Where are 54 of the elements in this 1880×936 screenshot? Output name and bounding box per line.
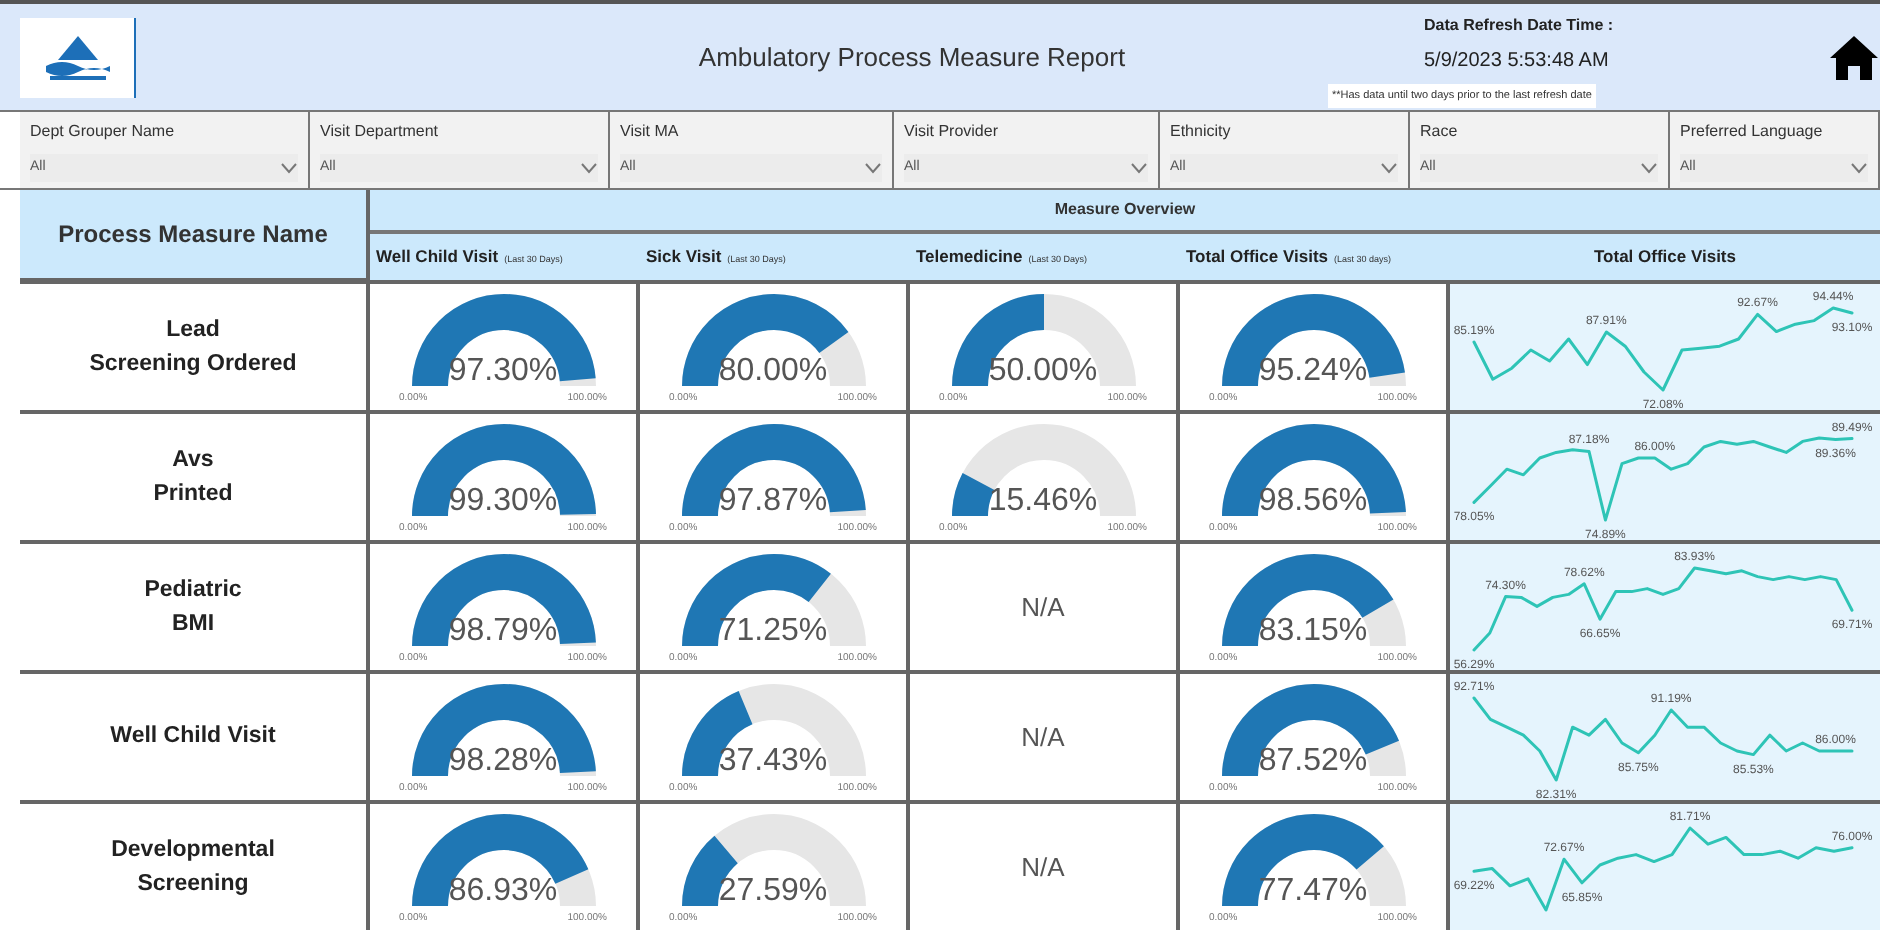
column-header: Process Measure Name [58, 218, 328, 252]
group-header: Measure Overview [1054, 198, 1196, 222]
measure-name: Screening [137, 869, 249, 899]
gauge-value: 97.87% [716, 484, 830, 520]
not-available-text: N/A [1021, 849, 1065, 886]
chevron-icon [1130, 162, 1148, 174]
column-header: Sick Visit [646, 244, 722, 270]
gauge-value: 83.15% [1256, 614, 1370, 650]
filter-label: Ethnicity [1170, 120, 1233, 144]
gauge-value: 71.25% [716, 614, 830, 650]
refresh-label: Data Refresh Date Time : [1422, 13, 1616, 38]
chevron-icon [864, 162, 882, 174]
measure-name: Printed [153, 479, 233, 509]
filter-label: Race [1420, 120, 1460, 144]
gauge-value: 99.30% [446, 484, 560, 520]
gauge-value: 98.28% [446, 744, 560, 780]
gauge-value: 97.30% [446, 354, 560, 390]
measure-name: Screening Ordered [89, 349, 297, 379]
gauge-value: 77.47% [1256, 874, 1370, 910]
gauge-value: 87.52% [1256, 744, 1370, 780]
filter-label: Visit MA [620, 120, 681, 144]
column-header: Telemedicine [916, 244, 1023, 270]
filter-label: Preferred Language [1680, 120, 1825, 144]
column-header: Well Child Visit [376, 244, 499, 270]
chevron-icon [1640, 162, 1658, 174]
chevron-icon [1380, 162, 1398, 174]
gauge-value: 98.79% [446, 614, 560, 650]
chevron-icon [580, 162, 598, 174]
chevron-icon [280, 162, 298, 174]
column-header: Total Office Visits [1593, 244, 1736, 270]
gauge-value: 80.00% [716, 354, 830, 390]
filter-label: Visit Provider [904, 120, 1000, 144]
filter-label: Visit Department [320, 120, 440, 144]
measure-name: Pediatric [144, 575, 242, 605]
gauge-value: 15.46% [986, 484, 1100, 520]
measure-name: Avs [172, 445, 214, 475]
report-title: Ambulatory Process Measure Report [698, 39, 1126, 76]
gauge-value: 50.00% [986, 354, 1100, 390]
measure-name: Lead [166, 315, 220, 345]
not-available-text: N/A [1021, 589, 1065, 626]
gauge-value: 98.56% [1256, 484, 1370, 520]
home-icon[interactable] [1828, 33, 1880, 81]
measure-name: Developmental [111, 835, 275, 865]
measure-name: Well Child Visit [110, 722, 276, 752]
gauge-value: 37.43% [716, 744, 830, 780]
column-header: Total Office Visits [1186, 244, 1329, 270]
filter-label: Dept Grouper Name [30, 120, 177, 144]
gauge-value: 95.24% [1256, 354, 1370, 390]
gauge-value: 86.93% [446, 874, 560, 910]
measure-name: BMI [171, 609, 215, 639]
not-available-text: N/A [1021, 719, 1065, 756]
refresh-time: 5/9/2023 5:53:48 AM [1422, 47, 1611, 76]
chevron-icon [1850, 162, 1868, 174]
gauge-value: 27.59% [716, 874, 830, 910]
